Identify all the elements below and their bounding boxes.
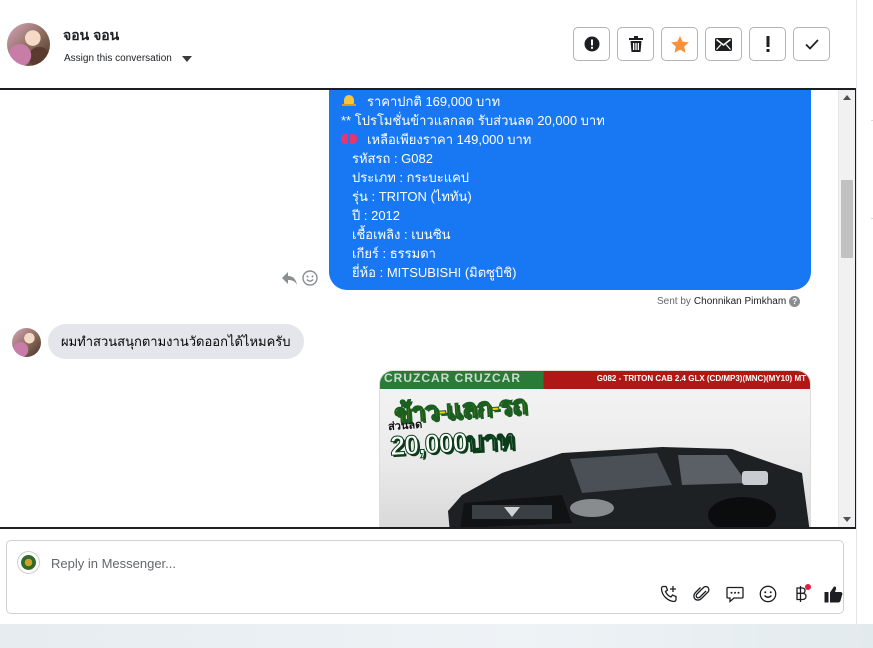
mark-done-button[interactable] <box>793 27 830 61</box>
car-photo-attachment[interactable]: CRUZCAR CRUZCAR G082 - TRITON CAB 2.4 GL… <box>379 370 811 527</box>
mark-unread-button[interactable] <box>705 27 742 61</box>
call-add-button[interactable] <box>652 583 685 605</box>
send-like-button[interactable] <box>817 583 850 605</box>
ribbon-icon <box>341 133 357 145</box>
scrollbar-thumb[interactable] <box>841 180 853 258</box>
contact-avatar[interactable] <box>7 23 50 66</box>
attach-file-button[interactable] <box>685 583 718 605</box>
thread-scrollbar[interactable] <box>838 90 855 527</box>
mark-important-button[interactable] <box>749 27 786 61</box>
composer-tools <box>652 583 850 605</box>
reply-input[interactable] <box>51 553 651 573</box>
sender-name: Chonnikan Pimkham <box>693 296 787 307</box>
assign-conversation-dropdown[interactable]: Assign this conversation <box>64 53 192 64</box>
caret-down-icon <box>181 55 192 62</box>
conversation-actions <box>573 27 830 61</box>
sent-by-prefix: Sent by <box>657 296 691 307</box>
alert-circle-icon <box>584 36 599 52</box>
message-line: ราคาปกติ 169,000 บาท <box>367 94 501 109</box>
chat-bubble-dots-icon <box>725 586 744 603</box>
outgoing-message-bubble[interactable]: ราคาปกติ 169,000 บาท ** โปรโมชั่นข้าวแลก… <box>329 90 811 290</box>
reply-composer <box>6 540 844 614</box>
star-button[interactable] <box>661 27 698 61</box>
saved-replies-button[interactable] <box>718 583 751 605</box>
scroll-up-arrow-icon[interactable] <box>843 95 851 100</box>
envelope-icon <box>715 37 732 51</box>
thumbs-up-icon <box>824 586 843 603</box>
incoming-message-bubble[interactable]: ผมทำสวนสนุกตามงานวัดออกได้ไหมครับ <box>48 324 304 359</box>
phone-plus-icon <box>660 585 677 603</box>
message-line: เชื้อเพลิง : เบนซิน <box>352 227 451 242</box>
emoji-button[interactable] <box>751 583 784 605</box>
paperclip-icon <box>692 585 710 601</box>
delete-button[interactable] <box>617 27 654 61</box>
scroll-down-arrow-icon[interactable] <box>843 517 851 522</box>
message-line: ปี : 2012 <box>352 208 401 223</box>
message-line: เกียร์ : ธรรมดา <box>352 246 436 261</box>
reply-arrow-icon[interactable] <box>281 270 298 286</box>
trash-icon <box>628 36 643 52</box>
check-icon <box>804 38 819 50</box>
page-background <box>0 624 873 648</box>
page-avatar <box>17 551 40 574</box>
conversation-header: จอน จอน Assign this conversation <box>0 0 856 88</box>
help-icon[interactable]: ? <box>789 296 801 307</box>
bell-icon <box>342 95 356 107</box>
emoji-reaction-icon[interactable] <box>302 270 318 286</box>
message-line: รหัสรถ : G082 <box>352 151 433 166</box>
message-line: ยี่ห้อ : MITSUBISHI (มิตซูบิชิ) <box>352 265 517 280</box>
contact-avatar-small[interactable] <box>12 328 41 357</box>
message-hover-tools <box>281 270 318 286</box>
sent-by-label: Sent by Chonnikan Pimkham ? <box>657 296 801 307</box>
assign-label: Assign this conversation <box>64 53 172 64</box>
mark-spam-button[interactable] <box>573 27 610 61</box>
promo-discount-amount: 20,000บาท <box>389 424 515 462</box>
contact-name[interactable]: จอน จอน <box>63 25 119 47</box>
side-panel-edge <box>856 0 873 624</box>
star-icon <box>670 35 689 53</box>
message-line: ประเภท : กระบะแคป <box>352 170 470 185</box>
image-model-text: G082 - TRITON CAB 2.4 GLX (CD/MP3)(MNC)(… <box>596 374 806 383</box>
message-thread[interactable]: ราคาปกติ 169,000 บาท ** โปรโมชั่นข้าวแลก… <box>0 88 856 529</box>
notification-dot <box>805 584 811 590</box>
exclamation-icon <box>766 36 769 52</box>
message-line: เหลือเพียงราคา 149,000 บาท <box>367 132 532 147</box>
smiley-icon <box>759 585 776 603</box>
message-line: รุ่น : TRITON (ไททัน) <box>352 189 472 204</box>
payment-request-button[interactable] <box>784 583 817 605</box>
image-brand-text: CRUZCAR CRUZCAR <box>384 371 521 385</box>
message-line: ** โปรโมชั่นข้าวแลกลด รับส่วนลด 20,000 บ… <box>341 113 605 128</box>
